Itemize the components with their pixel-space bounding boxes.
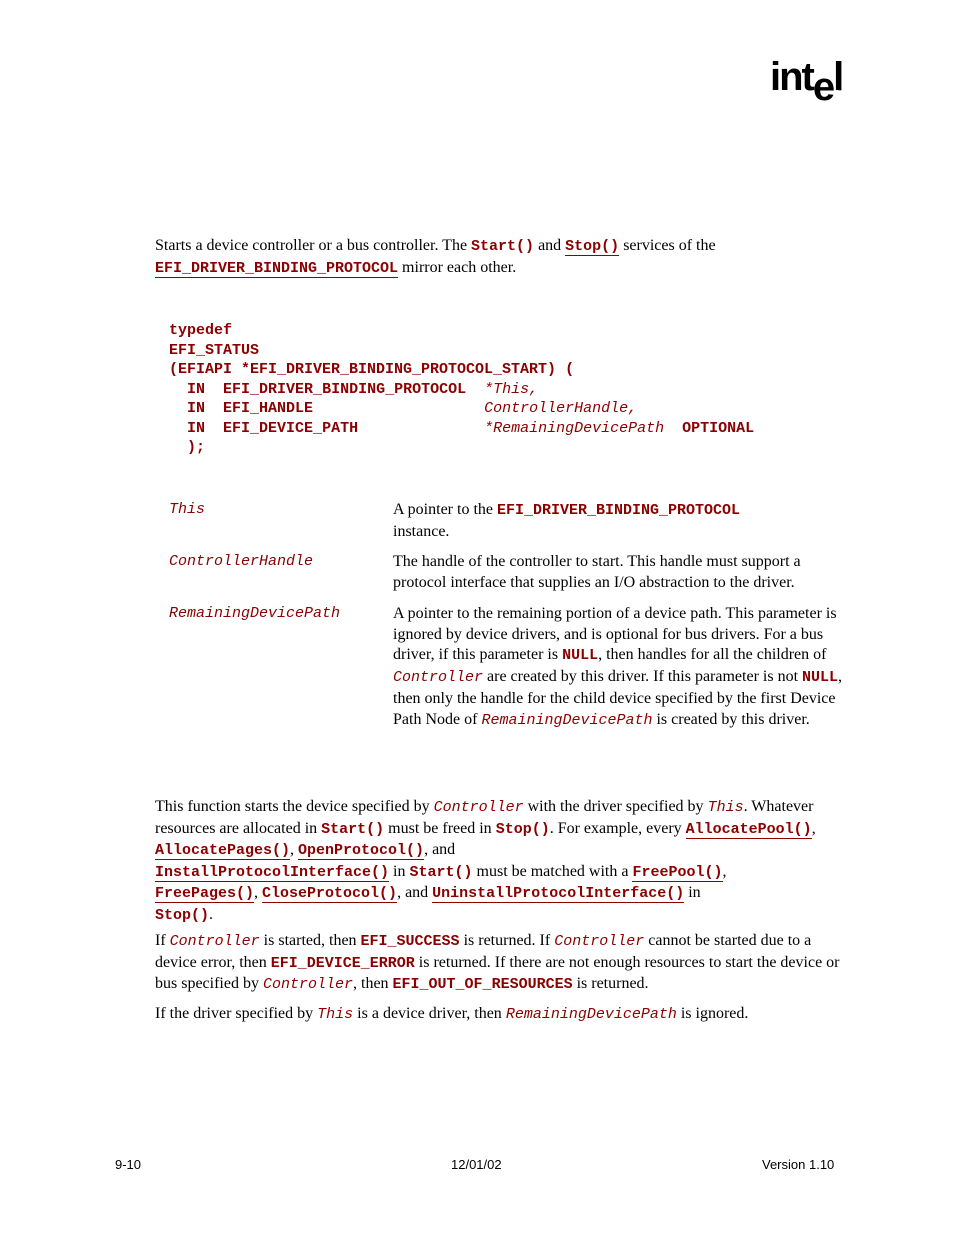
param-remaining-device-path: *RemainingDevicePath — [484, 419, 665, 437]
footer-date: 12/01/02 — [451, 1157, 502, 1172]
summary-paragraph: Starts a device controller or a bus cont… — [155, 237, 716, 278]
intel-logo: intel ® — [770, 55, 845, 109]
openprotocol-link[interactable]: OpenProtocol() — [298, 842, 425, 860]
driver-binding-protocol-link[interactable]: EFI_DRIVER_BINDING_PROTOCOL — [155, 259, 399, 278]
description-paragraph-1: This function starts the device specifie… — [155, 798, 816, 924]
freepool-link[interactable]: FreePool() — [632, 863, 723, 882]
prototype-code-block: typedef EFI_STATUS (EFIAPI *EFI_DRIVER_B… — [169, 322, 755, 456]
parameter-name: ControllerHandle — [169, 553, 314, 570]
param-this: *This, — [484, 380, 539, 398]
registered-mark: ® — [838, 87, 842, 93]
footer-page-number: 9-10 — [115, 1157, 142, 1172]
closeprotocol-link[interactable]: CloseProtocol() — [262, 885, 398, 903]
stop-link[interactable]: Stop() — [565, 238, 620, 256]
param-controller-handle: ControllerHandle, — [484, 400, 638, 417]
allocatepool-link[interactable]: AllocatePool() — [685, 820, 812, 839]
parameter-name: RemainingDevicePath — [169, 605, 341, 622]
description-paragraph-3: If the driver specified by This is a dev… — [155, 1005, 749, 1023]
uninstallprotocolinterface-link[interactable]: UninstallProtocolInterface() — [432, 885, 685, 903]
description-paragraph-2: If Controller is started, then EFI_SUCCE… — [155, 932, 840, 993]
freepages-link[interactable]: FreePages() — [155, 885, 255, 903]
parameter-name: This — [169, 501, 206, 518]
allocatepages-link[interactable]: AllocatePages() — [155, 842, 291, 860]
logo-wordmark: intel — [770, 55, 844, 109]
start-code: Start() — [471, 238, 535, 255]
parameter-description: The handle of the controller to start. T… — [393, 553, 801, 591]
parameter-description: A pointer to the EFI_DRIVER_BINDING_PROT… — [393, 501, 741, 540]
installprotocolinterface-link[interactable]: InstallProtocolInterface() — [155, 863, 390, 882]
footer-version: Version 1.10 — [762, 1157, 835, 1172]
parameter-description: A pointer to the remaining portion of a … — [393, 605, 843, 729]
